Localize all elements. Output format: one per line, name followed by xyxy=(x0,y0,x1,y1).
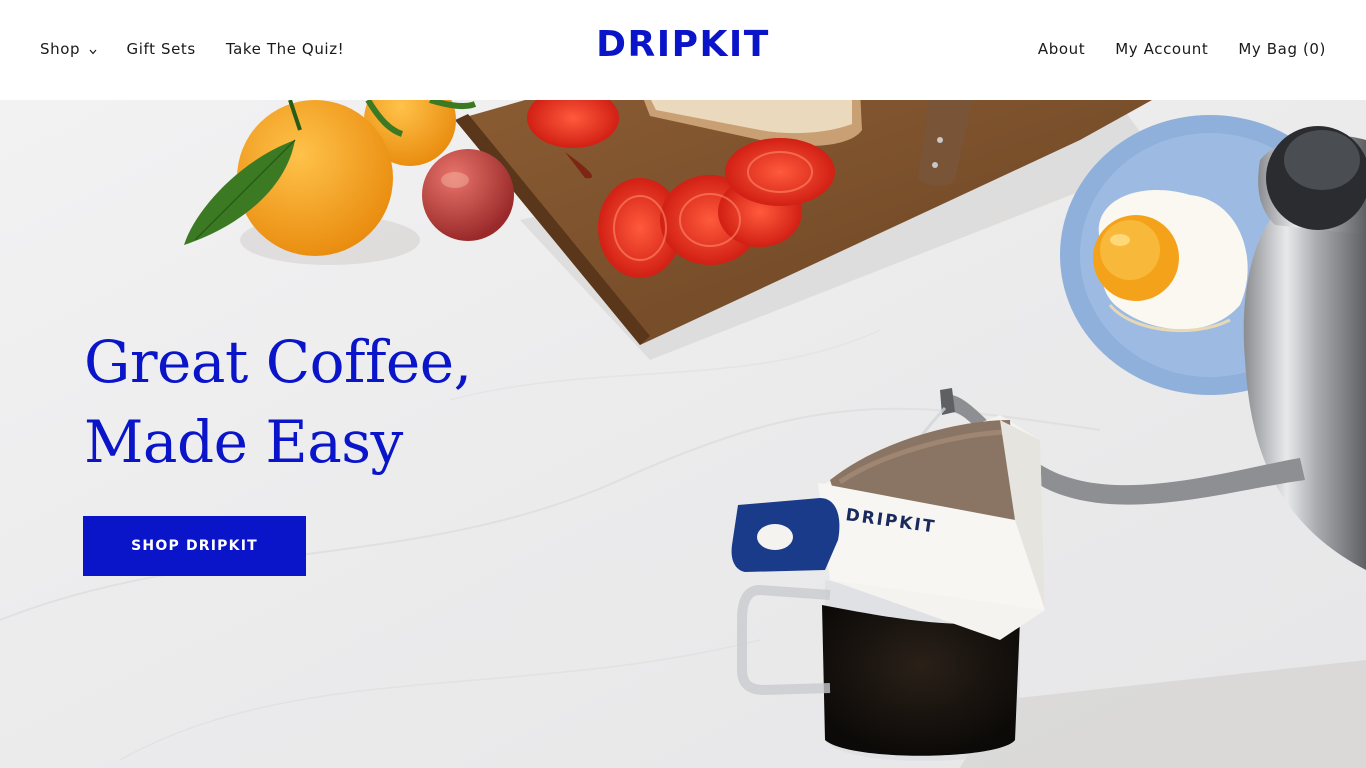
site-header: Shop Gift Sets Take The Quiz! DRIPKIT Ab… xyxy=(0,0,1366,100)
nav-about[interactable]: About xyxy=(1038,40,1085,58)
nav-my-account[interactable]: My Account xyxy=(1115,40,1208,58)
shop-dripkit-button[interactable]: SHOP DRIPKIT xyxy=(83,516,306,576)
account-nav: About My Account My Bag (0) xyxy=(1008,40,1326,58)
hero-banner: DRIPKIT Great Coffee, Made Easy SHOP DRI… xyxy=(0,100,1366,768)
nav-my-bag[interactable]: My Bag (0) xyxy=(1238,40,1326,58)
logo-text: DRIPKIT xyxy=(596,24,770,65)
hero-headline-line1: Great Coffee, xyxy=(84,328,472,396)
hero-headline-line2: Made Easy xyxy=(84,408,403,476)
hero-headline: Great Coffee, Made Easy xyxy=(84,322,472,482)
